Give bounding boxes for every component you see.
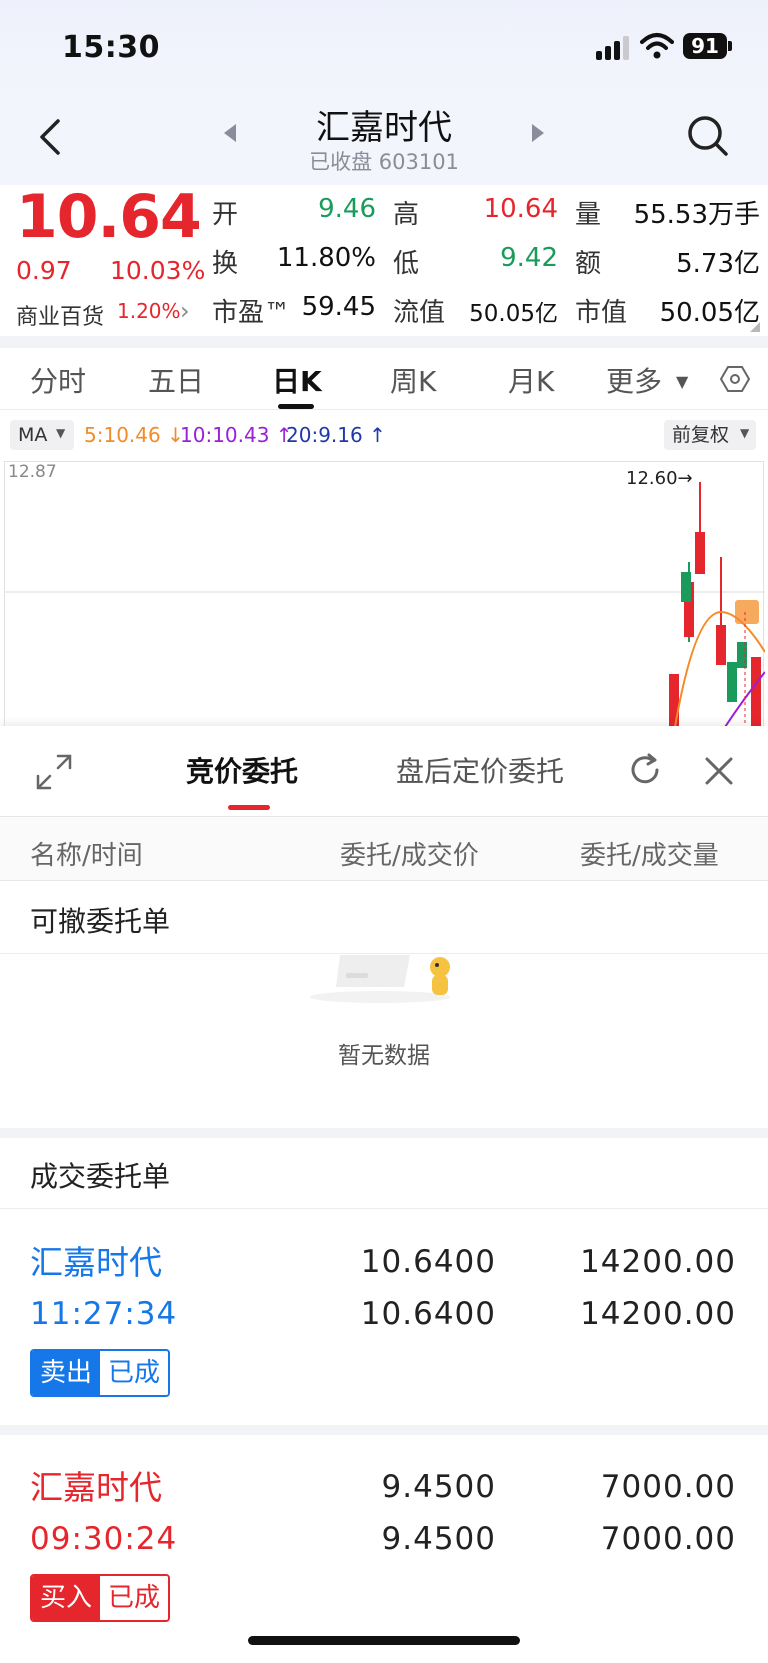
sector-name[interactable]: 商业百货: [16, 299, 104, 331]
amount-value: 5.73亿: [676, 249, 760, 279]
chevron-down-icon[interactable]: ▼: [740, 426, 749, 440]
turnover-label: 换: [212, 249, 239, 279]
tab-daily-k[interactable]: 日K: [272, 360, 322, 400]
col-quantity: 委托/成交量: [580, 841, 719, 871]
tab-intraday[interactable]: 分时: [30, 360, 86, 400]
back-icon[interactable]: [34, 115, 70, 159]
tab-five-day[interactable]: 五日: [148, 360, 204, 400]
open-value: 9.46: [318, 194, 376, 224]
ma10-value: 10:10.43 ↑: [180, 423, 293, 447]
col-name-time: 名称/时间: [30, 841, 143, 871]
price-change-pct: 10.03%: [110, 256, 206, 285]
price-change: 0.97: [16, 256, 72, 285]
candle: [751, 657, 761, 727]
order-stock-name[interactable]: 汇嘉时代: [30, 1461, 162, 1509]
fill-price: 10.6400: [360, 1296, 496, 1332]
order-time: 11:27:34: [30, 1296, 178, 1332]
chart-high-marker: 12.60→: [626, 468, 693, 489]
order-status: 已成: [100, 1351, 169, 1395]
divider: [0, 1208, 768, 1209]
divider: [0, 1128, 768, 1138]
candle: [716, 625, 726, 665]
order-quantity: 14200.00: [580, 1244, 736, 1280]
order-time: 09:30:24: [30, 1521, 178, 1557]
volume-label: 量: [575, 200, 602, 230]
sector-change-pct[interactable]: 1.20%: [117, 299, 181, 323]
market-cap-value: 50.05亿: [659, 298, 760, 328]
order-side: 卖出: [32, 1351, 101, 1395]
tab-auction-orders[interactable]: 竞价委托: [186, 750, 298, 790]
candle: [695, 532, 705, 574]
low-label: 低: [393, 249, 420, 279]
high-label: 高: [393, 200, 420, 230]
stock-name: 汇嘉时代: [316, 108, 452, 148]
fill-quantity: 14200.00: [580, 1296, 736, 1332]
order-price: 10.6400: [360, 1244, 496, 1280]
home-indicator[interactable]: [248, 1636, 520, 1645]
tab-after-hours-orders[interactable]: 盘后定价委托: [396, 750, 564, 790]
tab-monthly-k[interactable]: 月K: [508, 360, 554, 400]
divider: [0, 336, 768, 348]
chevron-down-icon[interactable]: ▼: [56, 426, 65, 440]
search-icon[interactable]: [686, 114, 730, 158]
last-price: 10.64: [16, 182, 202, 252]
kline-chart[interactable]: [4, 461, 766, 728]
expand-icon[interactable]: [34, 752, 74, 792]
tab-weekly-k[interactable]: 周K: [390, 360, 436, 400]
pe-label: 市盈™: [212, 298, 291, 328]
volume-value: 55.53万手: [633, 200, 760, 230]
order-side: 买入: [32, 1576, 101, 1620]
order-status-badge: 买入 已成: [30, 1574, 171, 1622]
signal-icon: [596, 34, 632, 60]
fill-price: 9.4500: [381, 1521, 496, 1557]
tab-more[interactable]: 更多: [606, 360, 662, 400]
divider: [0, 953, 768, 954]
candle: [727, 662, 737, 702]
candle: [681, 572, 691, 602]
float-cap-value: 50.05亿: [469, 301, 558, 327]
pe-value: 59.45: [301, 292, 376, 322]
stock-status-code: 已收盘 603101: [309, 150, 459, 174]
status-time: 15:30: [62, 30, 160, 65]
order-quantity: 7000.00: [600, 1469, 736, 1505]
filled-orders-title: 成交委托单: [30, 1160, 171, 1193]
turnover-value: 11.80%: [276, 243, 376, 273]
battery-tip: [728, 41, 732, 51]
open-label: 开: [212, 200, 239, 230]
settings-hexagon-icon[interactable]: [719, 364, 751, 394]
high-value: 10.64: [483, 194, 558, 224]
active-tab-indicator: [228, 805, 270, 810]
empty-state-illustration: [300, 955, 480, 1005]
ma5-value: 5:10.46 ↓: [84, 423, 184, 447]
fill-quantity: 7000.00: [600, 1521, 736, 1557]
float-cap-label: 流值: [393, 298, 446, 328]
empty-state-text: 暂无数据: [338, 1043, 430, 1069]
expand-corner-icon[interactable]: [750, 322, 760, 332]
divider: [0, 1425, 768, 1435]
battery-icon: 91: [683, 33, 727, 59]
candle: [669, 674, 679, 727]
order-stock-name[interactable]: 汇嘉时代: [30, 1236, 162, 1284]
active-tab-indicator: [278, 404, 314, 409]
chart-max-label: 12.87: [8, 462, 57, 482]
order-price: 9.4500: [381, 1469, 496, 1505]
cancelable-orders-title: 可撤委托单: [30, 905, 171, 938]
col-price: 委托/成交价: [340, 841, 479, 871]
order-status-badge: 卖出 已成: [30, 1349, 171, 1397]
next-stock-arrow-icon[interactable]: [528, 122, 548, 144]
chevron-down-icon[interactable]: ▼: [676, 372, 688, 391]
ma20-value: 20:9.16 ↑: [286, 423, 386, 447]
low-value: 9.42: [500, 243, 558, 273]
amount-label: 额: [575, 249, 602, 279]
refresh-icon[interactable]: [627, 752, 663, 788]
wifi-icon: [640, 32, 674, 60]
close-icon[interactable]: [702, 754, 736, 788]
order-status: 已成: [100, 1576, 169, 1620]
chevron-right-icon[interactable]: ›: [180, 297, 190, 325]
